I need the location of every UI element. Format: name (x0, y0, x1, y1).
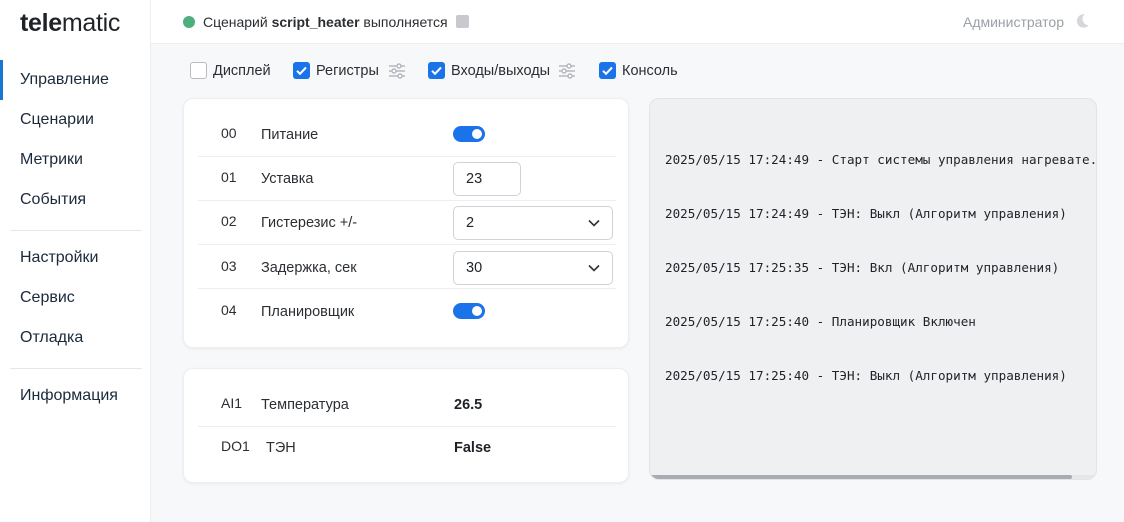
chevron-down-icon (588, 219, 600, 227)
script-status-text: Сценарий script_heater выполняется (203, 14, 448, 30)
sidebar-item-service[interactable]: Сервис (0, 278, 151, 318)
register-name: Питание (261, 127, 319, 143)
check-icon (602, 66, 613, 76)
register-number: 01 (221, 169, 237, 185)
power-toggle[interactable] (453, 126, 485, 142)
io-name: ТЭН (266, 440, 296, 456)
hysteresis-select[interactable]: 2 (453, 206, 613, 240)
sidebar-divider (10, 368, 142, 369)
status-suffix: выполняется (363, 14, 448, 30)
io-name: Температура (261, 397, 349, 413)
io-card: AI1 Температура 26.5 DO1 ТЭН False (183, 368, 629, 483)
moon-icon[interactable] (1073, 12, 1091, 30)
register-row: 02 Гистерезис +/- 2 (198, 201, 616, 245)
horizontal-scrollbar[interactable] (650, 475, 1096, 479)
stop-script-button[interactable] (456, 15, 469, 28)
sliders-icon[interactable] (388, 62, 406, 80)
sidebar-item-control[interactable]: Управление (0, 60, 151, 100)
status-prefix: Сценарий (203, 14, 268, 30)
console-line: 2025/05/15 17:24:49 - ТЭН: Выкл (Алгорит… (665, 206, 1067, 221)
register-number: 03 (221, 258, 237, 274)
console-line: 2025/05/15 17:25:40 - ТЭН: Выкл (Алгорит… (665, 368, 1067, 383)
io-id: DO1 (221, 438, 250, 454)
user-name[interactable]: Администратор (963, 14, 1064, 30)
top-bar: Сценарий script_heater выполняется Админ… (151, 0, 1124, 44)
console-line: 2025/05/15 17:24:49 - Старт системы упра… (665, 152, 1095, 167)
setpoint-input[interactable]: 23 (453, 162, 521, 196)
sidebar-item-metrics[interactable]: Метрики (0, 140, 151, 180)
io-row: AI1 Температура 26.5 (198, 383, 616, 427)
registers-card: 00 Питание 01 Уставка 23 02 Гистерезис +… (183, 98, 629, 348)
sidebar: telematic Управление Сценарии Метрики Со… (0, 0, 151, 522)
io-id: AI1 (221, 395, 243, 411)
register-row: 04 Планировщик (198, 289, 616, 333)
registers-checkbox[interactable] (293, 62, 310, 79)
chevron-down-icon (588, 264, 600, 272)
io-checkbox[interactable] (428, 62, 445, 79)
app-logo[interactable]: telematic (20, 9, 120, 38)
display-checkbox[interactable] (190, 62, 207, 79)
delay-select[interactable]: 30 (453, 251, 613, 285)
check-icon (296, 66, 307, 76)
register-number: 04 (221, 302, 237, 318)
registers-label[interactable]: Регистры (316, 63, 379, 79)
sidebar-item-debug[interactable]: Отладка (0, 318, 151, 358)
register-name: Уставка (261, 171, 314, 187)
scheduler-toggle[interactable] (453, 303, 485, 319)
console-line: 2025/05/15 17:25:35 - ТЭН: Вкл (Алгоритм… (665, 260, 1060, 275)
console-checkbox[interactable] (599, 62, 616, 79)
select-value: 2 (466, 215, 475, 231)
display-label[interactable]: Дисплей (213, 63, 271, 79)
sidebar-item-settings[interactable]: Настройки (0, 238, 151, 278)
io-row: DO1 ТЭН False (198, 427, 616, 471)
sidebar-divider (10, 230, 142, 231)
sidebar-item-info[interactable]: Информация (0, 376, 151, 416)
register-row: 03 Задержка, сек 30 (198, 245, 616, 289)
sliders-icon[interactable] (558, 62, 576, 80)
scrollbar-thumb[interactable] (650, 475, 1072, 479)
io-label[interactable]: Входы/выходы (451, 63, 550, 79)
register-number: 02 (221, 213, 237, 229)
console-label[interactable]: Консоль (622, 63, 678, 79)
register-name: Планировщик (261, 304, 355, 320)
sidebar-item-events[interactable]: События (0, 180, 151, 220)
register-name: Гистерезис +/- (261, 215, 358, 231)
script-name: script_heater (271, 14, 360, 30)
sidebar-item-scenarios[interactable]: Сценарии (0, 100, 151, 140)
console-line: 2025/05/15 17:25:40 - Планировщик Включе… (665, 314, 976, 329)
status-indicator (183, 16, 195, 28)
console-output: 2025/05/15 17:24:49 - Старт системы упра… (665, 115, 1095, 421)
check-icon (431, 66, 442, 76)
register-number: 00 (221, 125, 237, 141)
register-row: 01 Уставка 23 (198, 157, 616, 201)
console-panel[interactable]: 2025/05/15 17:24:49 - Старт системы упра… (649, 98, 1097, 480)
io-value: 26.5 (454, 397, 483, 413)
register-row: 00 Питание (198, 113, 616, 157)
select-value: 30 (466, 260, 483, 276)
register-name: Задержка, сек (261, 260, 357, 276)
io-value: False (454, 440, 492, 456)
